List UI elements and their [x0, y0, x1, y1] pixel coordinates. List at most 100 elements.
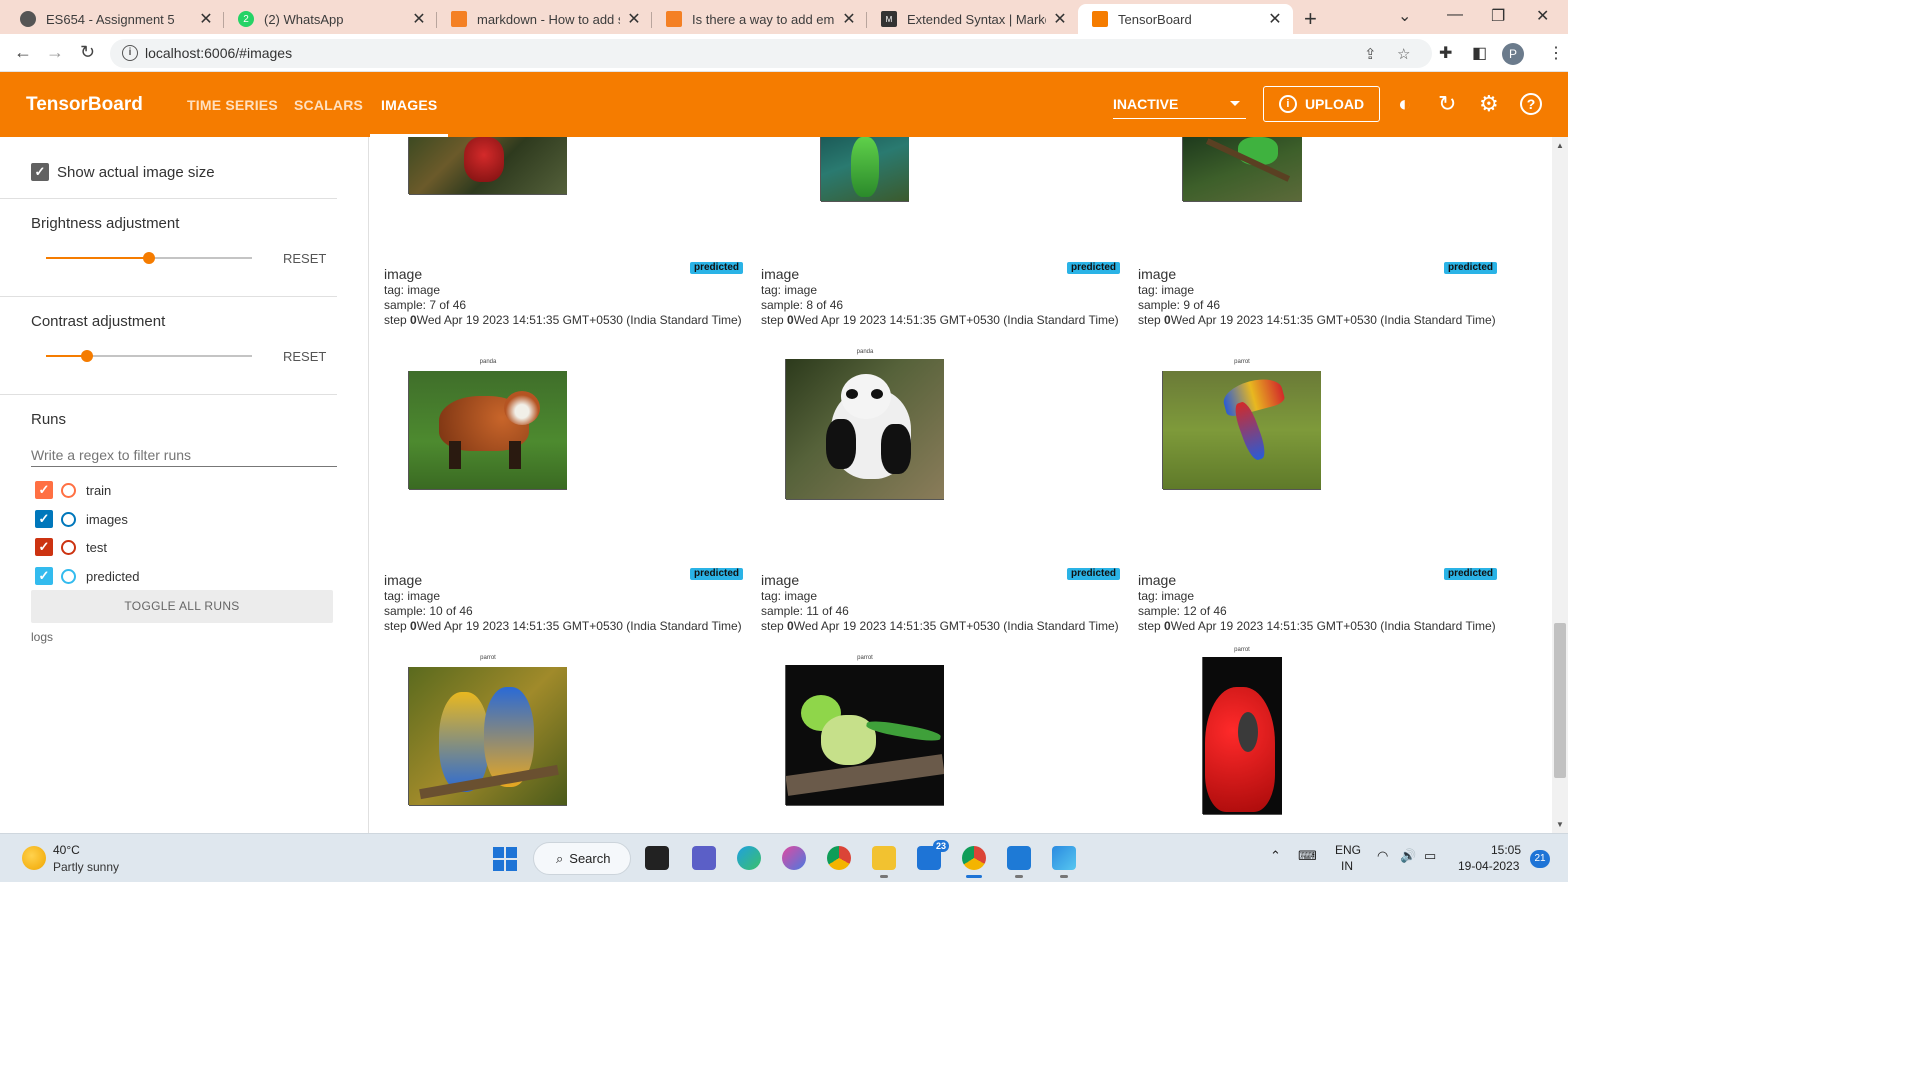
tab-search-icon[interactable]: ⌄ — [1398, 6, 1411, 26]
show-hidden-icons-icon[interactable]: ⌃ — [1270, 848, 1281, 864]
bookmark-star-icon[interactable]: ☆ — [1397, 45, 1410, 63]
settings-gear-icon[interactable]: ⚙ — [1479, 93, 1499, 115]
tab-extended-syntax[interactable]: M Extended Syntax | Markdow ✕ — [867, 4, 1078, 34]
url-bar[interactable]: i localhost:6006/#images ⇪ ☆ — [110, 39, 1432, 68]
image-plot[interactable] — [398, 137, 598, 203]
copilot-icon[interactable] — [782, 846, 806, 870]
image-plot[interactable] — [1172, 137, 1302, 213]
chrome-profile-icon[interactable] — [962, 846, 986, 878]
image-plot[interactable]: parrot — [1152, 359, 1332, 501]
plugin-select[interactable]: INACTIVE — [1113, 89, 1246, 119]
language-bottom[interactable]: IN — [1341, 859, 1353, 873]
tab-tensorboard[interactable]: TensorBoard ✕ — [1078, 4, 1293, 34]
close-icon[interactable]: ✕ — [411, 9, 427, 29]
show-actual-size-toggle[interactable]: ✓ Show actual image size — [31, 163, 215, 181]
checkbox-checked-icon[interactable]: ✓ — [35, 481, 53, 499]
close-icon[interactable]: ✕ — [1267, 9, 1283, 29]
file-explorer-icon[interactable] — [872, 846, 896, 878]
checkbox-checked-icon[interactable]: ✓ — [31, 163, 49, 181]
contrast-slider[interactable] — [46, 350, 252, 362]
clock-date[interactable]: 19-04-2023 — [1458, 859, 1519, 873]
image-plot[interactable]: parrot — [1192, 647, 1292, 827]
reload-data-icon[interactable]: ↻ — [1438, 93, 1456, 115]
tab-scalars[interactable]: SCALARS — [294, 97, 363, 113]
toggle-all-runs-button[interactable]: TOGGLE ALL RUNS — [31, 590, 333, 623]
run-color-icon[interactable] — [61, 511, 76, 527]
run-color-icon[interactable] — [61, 568, 76, 584]
brightness-reset-button[interactable]: RESET — [283, 251, 326, 266]
partly-sunny-icon[interactable] — [22, 846, 46, 870]
teams-chat-icon[interactable] — [692, 846, 716, 870]
restore-icon[interactable]: ❐ — [1491, 6, 1505, 26]
chrome-icon[interactable] — [827, 846, 851, 870]
clock-time[interactable]: 15:05 — [1491, 843, 1521, 857]
mail-icon[interactable]: 23 — [917, 840, 949, 870]
slider-thumb[interactable] — [81, 350, 94, 362]
checkbox-checked-icon[interactable]: ✓ — [35, 567, 53, 585]
tab-images[interactable]: IMAGES — [381, 97, 437, 113]
slider-thumb[interactable] — [143, 252, 155, 264]
edge-icon[interactable] — [737, 846, 761, 870]
run-row-train[interactable]: ✓ train — [35, 481, 111, 499]
run-row-images[interactable]: ✓ images — [35, 510, 128, 528]
weather-temperature[interactable]: 40°C — [53, 843, 80, 857]
menu-icon[interactable]: ⋮ — [1548, 43, 1564, 63]
weather-description[interactable]: Partly sunny — [53, 860, 119, 874]
run-color-icon[interactable] — [61, 482, 76, 498]
image-plot[interactable]: parrot — [775, 655, 955, 815]
back-icon[interactable]: ← — [14, 42, 32, 63]
help-icon[interactable]: ? — [1520, 93, 1542, 115]
battery-icon[interactable]: ▭ — [1424, 848, 1436, 864]
theme-toggle-icon[interactable]: ◐ — [1398, 93, 1411, 115]
language-top[interactable]: ENG — [1335, 843, 1361, 857]
forward-icon[interactable]: → — [46, 42, 64, 63]
notification-badge[interactable]: 21 — [1530, 850, 1550, 868]
scroll-down-icon[interactable]: ▼ — [1556, 820, 1564, 829]
taskbar-search[interactable]: ⌕ Search — [533, 842, 631, 875]
photos-icon[interactable] — [1052, 846, 1076, 878]
image-plot[interactable]: panda — [775, 349, 955, 501]
close-icon[interactable]: ✕ — [1052, 9, 1068, 29]
volume-icon[interactable]: 🔊 — [1400, 848, 1416, 864]
image-plot[interactable]: parrot — [398, 655, 578, 815]
side-panel-icon[interactable]: ◧ — [1472, 43, 1487, 63]
step-value: 0 — [787, 619, 794, 633]
start-button[interactable] — [493, 847, 517, 871]
run-filter-input[interactable] — [31, 443, 337, 467]
close-icon[interactable]: ✕ — [626, 9, 642, 29]
vscode-icon[interactable] — [1007, 846, 1031, 878]
tab-whatsapp[interactable]: 2 (2) WhatsApp ✕ — [224, 4, 437, 34]
tab-markdown-so[interactable]: markdown - How to add sc ✕ — [437, 4, 652, 34]
checkbox-checked-icon[interactable]: ✓ — [35, 510, 53, 528]
run-color-icon[interactable] — [61, 539, 76, 555]
share-icon[interactable]: ⇪ — [1364, 45, 1377, 63]
close-window-icon[interactable]: ✕ — [1536, 6, 1549, 26]
run-name: train — [86, 482, 112, 498]
brightness-slider[interactable] — [46, 252, 252, 264]
upload-button[interactable]: i UPLOAD — [1263, 86, 1380, 122]
new-tab-button[interactable]: + — [1304, 6, 1317, 32]
task-view-icon[interactable] — [645, 846, 669, 870]
reload-icon[interactable]: ↻ — [80, 42, 95, 63]
run-row-predicted[interactable]: ✓ predicted — [35, 567, 139, 585]
contrast-reset-button[interactable]: RESET — [283, 349, 326, 364]
site-info-icon[interactable]: i — [122, 45, 138, 61]
close-icon[interactable]: ✕ — [198, 9, 214, 29]
extensions-icon[interactable]: ✚ — [1439, 43, 1452, 63]
tab-time-series[interactable]: TIME SERIES — [187, 97, 278, 113]
vertical-scrollbar[interactable]: ▲ ▼ — [1552, 137, 1568, 833]
run-row-test[interactable]: ✓ test — [35, 538, 107, 556]
wifi-icon[interactable]: ◠ — [1377, 848, 1388, 864]
minimize-icon[interactable]: — — [1447, 6, 1463, 24]
scrollbar-thumb[interactable] — [1554, 623, 1566, 778]
image-plot[interactable]: panda — [398, 359, 578, 501]
tab-embed-so[interactable]: Is there a way to add embe ✕ — [652, 4, 867, 34]
close-icon[interactable]: ✕ — [841, 9, 857, 29]
checkbox-checked-icon[interactable]: ✓ — [35, 538, 53, 556]
image-plot[interactable] — [810, 137, 910, 213]
flying-macaw-image — [1163, 371, 1321, 489]
keyboard-icon[interactable]: ⌨ — [1298, 848, 1317, 864]
tab-es654[interactable]: ES654 - Assignment 5 ✕ — [6, 4, 224, 34]
scroll-up-icon[interactable]: ▲ — [1556, 141, 1564, 150]
profile-avatar[interactable]: P — [1502, 43, 1524, 65]
